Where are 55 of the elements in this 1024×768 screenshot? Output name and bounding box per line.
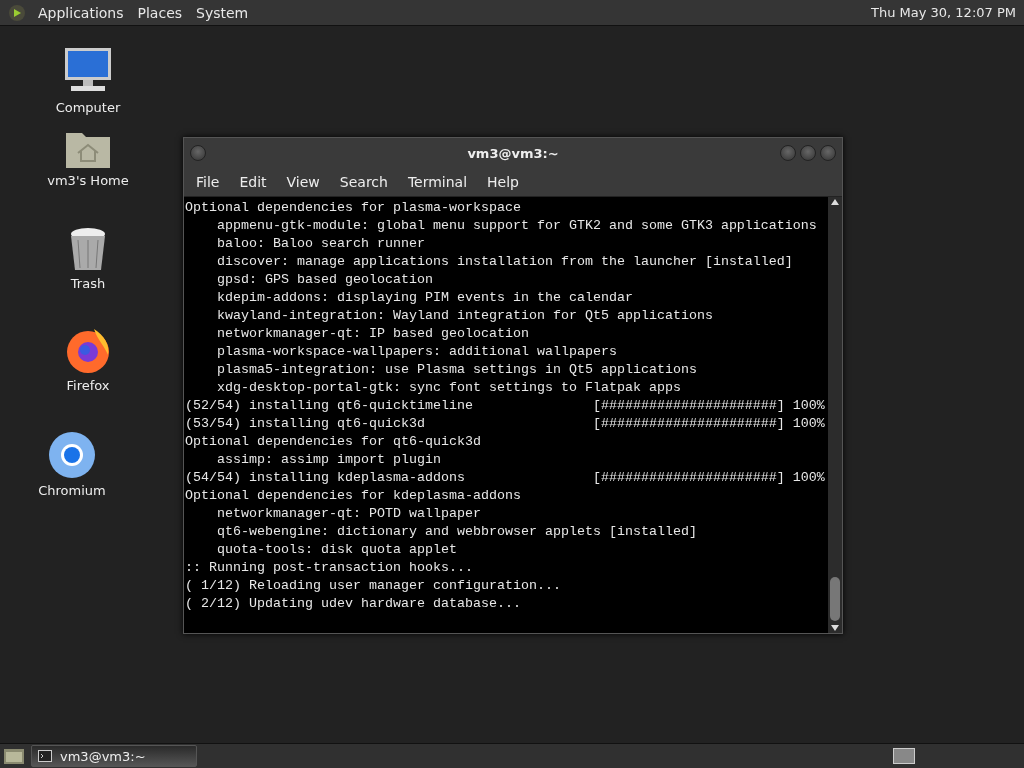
- maximize-button[interactable]: [800, 145, 816, 161]
- workspace-switcher-icon[interactable]: [893, 748, 915, 764]
- scroll-up-icon[interactable]: [831, 199, 839, 205]
- terminal-line: qt6-webengine: dictionary and webbrowser applets [installed]: [216, 523, 698, 541]
- scrollbar-thumb[interactable]: [830, 577, 840, 621]
- terminal-line: appmenu-gtk-module: global menu support for GTK2 and some GTK3 applications: [216, 217, 818, 235]
- minimize-button[interactable]: [780, 145, 796, 161]
- terminal-line: assimp: assimp import plugin: [216, 451, 442, 469]
- terminal-icon: [38, 750, 52, 762]
- terminal-line: plasma-workspace-wallpapers: additional wallpapers: [216, 343, 618, 361]
- terminal-line: baloo: Baloo search runner: [216, 235, 426, 253]
- desktop-icon-label[interactable]: Firefox: [66, 378, 110, 393]
- panel-menu[interactable]: System: [194, 4, 251, 21]
- terminal-line: discover: manage applications installation from the launcher [installed]: [216, 253, 794, 271]
- menu-item[interactable]: Help: [479, 174, 527, 190]
- menu-item[interactable]: File: [188, 174, 228, 190]
- terminal-line: kwayland-integration: Wayland integration for Qt5 applications: [216, 307, 714, 325]
- terminal-line: xdg-desktop-portal-gtk: sync font settings to Flatpak apps: [216, 379, 682, 397]
- menu-item[interactable]: Search: [331, 174, 396, 190]
- desktop-icon-label[interactable]: vm3's Home: [47, 173, 129, 188]
- terminal-line: (54/54) installing kdeplasma-addons [######################] 100%: [185, 469, 826, 487]
- close-button[interactable]: [820, 145, 836, 161]
- panel-menu[interactable]: Places: [135, 4, 185, 21]
- desktop-icon-label[interactable]: Chromium: [38, 483, 106, 498]
- terminal-line: Optional dependencies for plasma-workspace: [185, 199, 522, 217]
- firefox-icon: [64, 326, 112, 374]
- terminal-line: ( 2/12) Updating udev hardware database...: [185, 595, 522, 613]
- terminal-line: Optional dependencies for qt6-quick3d: [185, 433, 482, 451]
- scrollbar[interactable]: [828, 197, 842, 633]
- terminal-line: quota-tools: disk quota applet: [216, 541, 458, 559]
- desktop-icon-label[interactable]: Trash: [70, 276, 106, 291]
- terminal-line: gpsd: GPS based geolocation: [216, 271, 434, 289]
- panel-menu[interactable]: Applications: [36, 4, 126, 21]
- chromium-icon: [48, 431, 96, 479]
- window-title: vm3@vm3:~: [466, 145, 559, 161]
- taskbar-button[interactable]: vm3@vm3:~: [31, 745, 197, 767]
- trash-icon: [68, 226, 108, 272]
- logo-icon[interactable]: [8, 3, 26, 22]
- desktop-icon-label[interactable]: Computer: [55, 100, 121, 115]
- terminal-line: networkmanager-qt: POTD wallpaper: [216, 505, 482, 523]
- terminal-line: Optional dependencies for kdeplasma-addons: [185, 487, 522, 505]
- menu-item[interactable]: Edit: [231, 174, 275, 190]
- window-menu-button[interactable]: [190, 145, 206, 161]
- menu-item[interactable]: View: [278, 174, 328, 190]
- terminal-line: :: Running post-transaction hooks...: [185, 559, 474, 577]
- terminal-line: (52/54) installing qt6-quicktimeline [######################] 100%: [185, 397, 826, 415]
- show-desktop-icon[interactable]: [3, 747, 25, 765]
- clock[interactable]: Thu May 30, 12:07 PM: [870, 5, 1016, 20]
- menu-item[interactable]: Terminal: [399, 174, 476, 190]
- terminal-line: (53/54) installing qt6-quick3d [######################] 100%: [185, 415, 826, 433]
- scroll-down-icon[interactable]: [831, 625, 839, 631]
- terminal-line: ( 1/12) Reloading user manager configuration...: [185, 577, 562, 595]
- terminal-line: plasma5-integration: use Plasma settings in Qt5 applications: [216, 361, 698, 379]
- terminal-line: kdepim-addons: displaying PIM events in the calendar: [216, 289, 634, 307]
- terminal-line: networkmanager-qt: IP based geolocation: [216, 325, 530, 343]
